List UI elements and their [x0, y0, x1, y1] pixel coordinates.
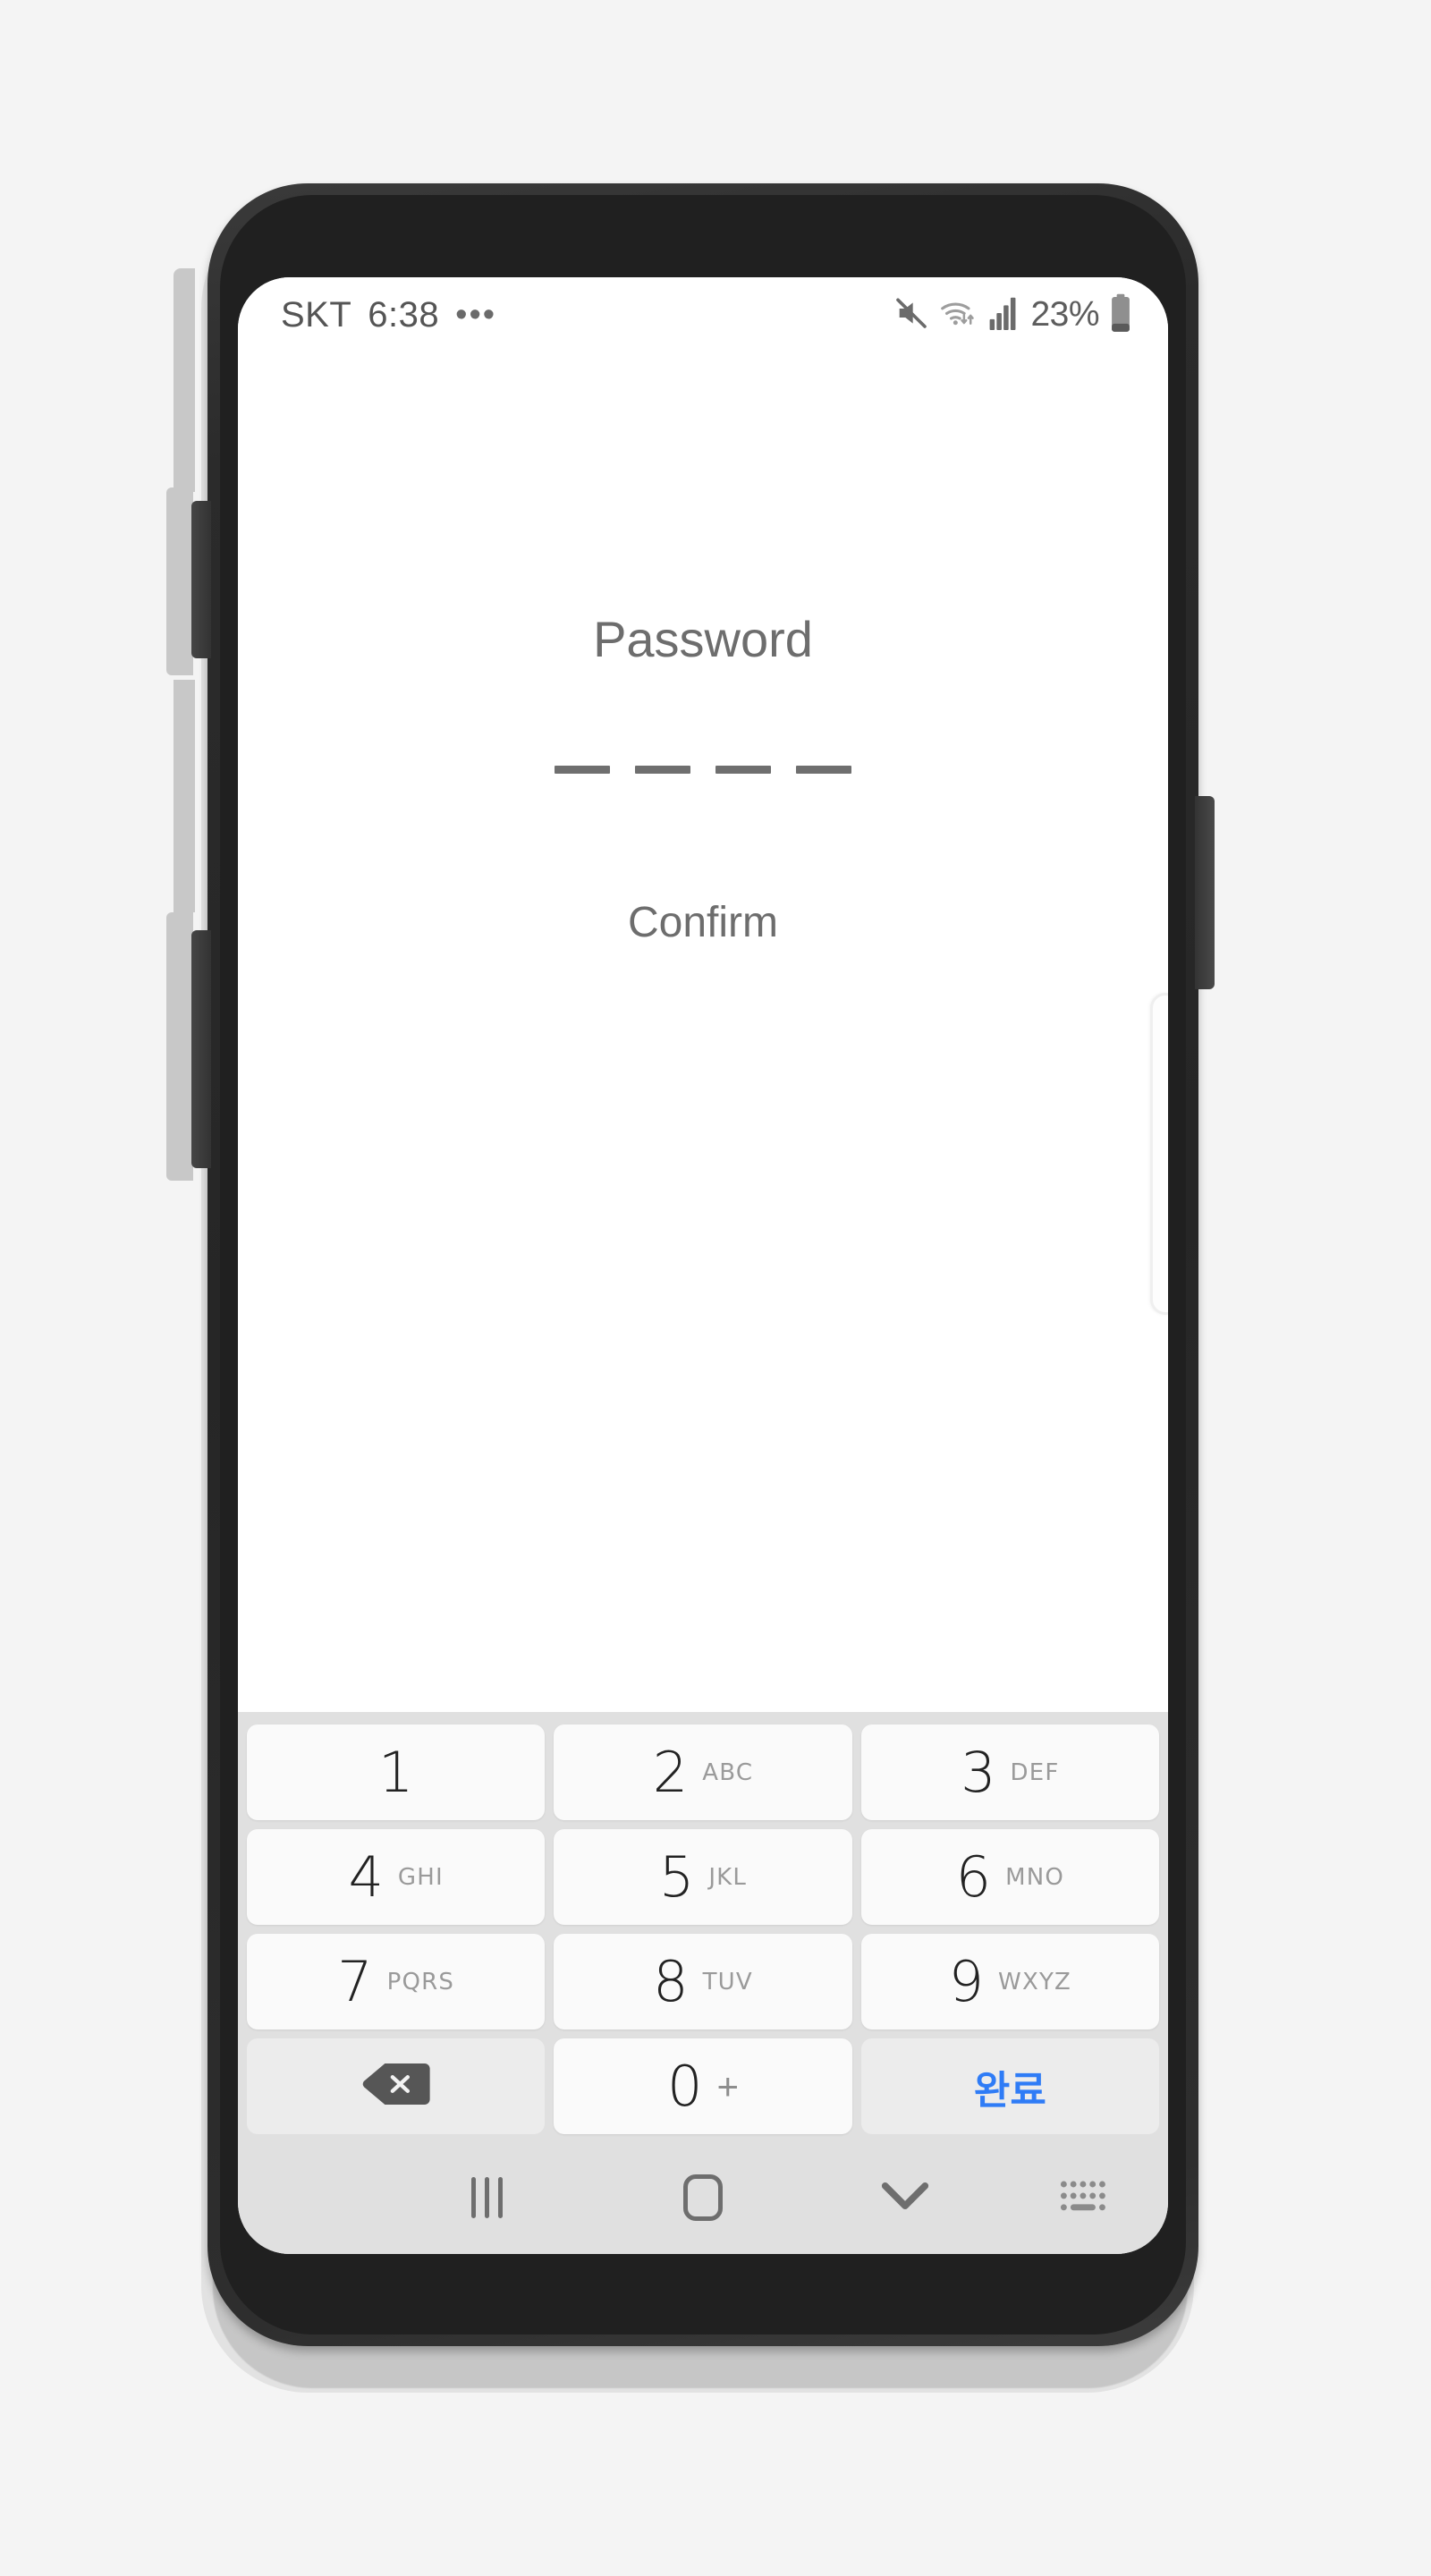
key-done[interactable]: 완료 [860, 2038, 1159, 2134]
navigation-bar [238, 2140, 1168, 2254]
key-digit: 0 [667, 2054, 703, 2119]
key-digit: 3 [961, 1740, 996, 1805]
key-digit: 7 [337, 1949, 373, 2014]
home-icon [683, 2174, 723, 2221]
bixby-button[interactable] [191, 501, 211, 658]
power-button[interactable] [1195, 796, 1215, 989]
wifi-icon [939, 295, 978, 335]
key-letters: DEF [1010, 1758, 1060, 1786]
backspace-icon [361, 2059, 431, 2114]
password-dash [635, 766, 690, 774]
key-9[interactable]: 9 WXYZ [860, 1934, 1159, 2029]
password-dash [796, 766, 851, 774]
password-entry-panel: Password Confirm [238, 352, 1168, 1712]
key-backspace[interactable] [247, 2038, 546, 2134]
carrier-label: SKT [281, 294, 352, 335]
key-letters: PQRS [386, 1968, 455, 1996]
key-0[interactable]: 0 + [554, 2038, 852, 2134]
numeric-keypad: 1 2 ABC 3 DEF 4 GHI 5 JKL 6 MNO 7 PQRS 8… [238, 1712, 1168, 2140]
clock-label: 6:38 [368, 294, 440, 335]
key-letters: WXYZ [998, 1968, 1072, 1996]
keyboard-switcher-button[interactable] [1043, 2172, 1125, 2225]
key-2[interactable]: 2 ABC [554, 1724, 852, 1820]
confirm-label: Confirm [627, 899, 779, 946]
hide-keyboard-button[interactable] [864, 2168, 946, 2227]
password-dash [555, 766, 610, 774]
phone-left-chamfer-mid [174, 680, 195, 912]
key-digit: 2 [652, 1740, 689, 1805]
key-letters: TUV [702, 1968, 753, 1996]
password-dash-field[interactable] [238, 766, 1168, 774]
key-done-label: 완료 [973, 2067, 1046, 2114]
recents-icon [467, 2177, 507, 2218]
phone-left-chamfer-volume [166, 912, 193, 1181]
home-button[interactable] [662, 2165, 744, 2231]
notification-overflow-dots: ••• [455, 295, 497, 334]
key-digit: 4 [348, 1844, 384, 1910]
chevron-down-icon [879, 2176, 931, 2220]
battery-percent-label: 23% [1030, 295, 1099, 334]
phone-left-chamfer-upper [174, 268, 195, 492]
key-digit: 6 [955, 1844, 992, 1910]
key-digit: 9 [948, 1949, 985, 2014]
key-plus-symbol: + [716, 2064, 739, 2107]
key-digit: 1 [377, 1740, 414, 1805]
key-letters: MNO [1005, 1863, 1065, 1891]
status-bar: SKT 6:38 ••• 23% [238, 277, 1168, 352]
phone-screen: SKT 6:38 ••• 23% Password Confirm 1 2 AB… [238, 277, 1168, 2254]
recents-button[interactable] [445, 2166, 528, 2229]
signal-bars-icon [988, 296, 1020, 335]
keyboard-switcher-icon [1059, 2178, 1109, 2220]
key-letters: GHI [397, 1863, 444, 1891]
key-digit: 5 [658, 1844, 695, 1910]
edge-panel-handle[interactable] [1150, 993, 1168, 1315]
battery-icon [1109, 293, 1132, 337]
scene: SKT 6:38 ••• 23% Password Confirm 1 2 AB… [0, 0, 1431, 2576]
key-6[interactable]: 6 MNO [860, 1829, 1159, 1925]
key-1[interactable]: 1 [247, 1724, 546, 1820]
key-5[interactable]: 5 JKL [554, 1829, 852, 1925]
page-title: Password [593, 611, 813, 667]
key-3[interactable]: 3 DEF [860, 1724, 1159, 1820]
key-letters: ABC [702, 1758, 754, 1786]
status-bar-right: 23% [893, 293, 1132, 337]
key-digit: 8 [653, 1949, 689, 2014]
key-8[interactable]: 8 TUV [554, 1934, 852, 2029]
mute-icon [893, 295, 929, 335]
volume-rocker-button[interactable] [191, 930, 211, 1168]
key-7[interactable]: 7 PQRS [247, 1934, 546, 2029]
key-letters: JKL [708, 1863, 748, 1891]
phone-left-chamfer-bixby [166, 487, 193, 675]
password-dash [716, 766, 771, 774]
status-bar-left: SKT 6:38 ••• [281, 295, 496, 335]
key-4[interactable]: 4 GHI [247, 1829, 546, 1925]
